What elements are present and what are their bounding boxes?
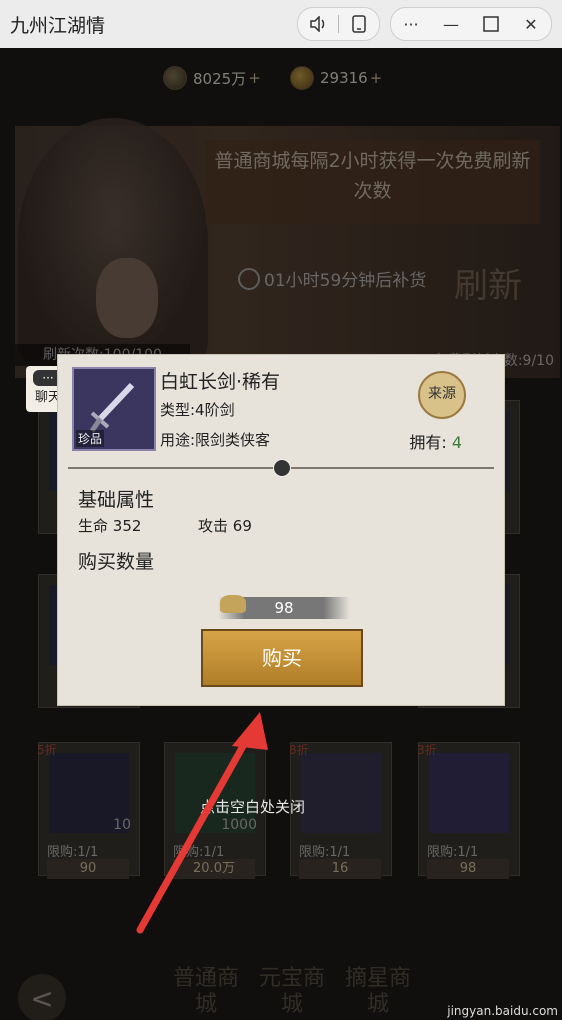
maximize-icon[interactable] <box>471 8 511 40</box>
yin-yang-icon <box>273 459 291 477</box>
titlebar-tool-group <box>297 7 380 41</box>
titlebar-window-group: ··· — ✕ <box>390 7 552 41</box>
attack-label: 攻击 <box>198 517 229 535</box>
owned-label: 拥有: <box>409 433 447 452</box>
attack-value: 69 <box>232 517 252 535</box>
more-icon[interactable]: ··· <box>391 8 431 40</box>
item-icon: 珍品 <box>72 367 156 451</box>
window-title: 九州江湖情 <box>10 14 106 37</box>
stat-hp: 生命 352 <box>78 515 141 536</box>
hp-label: 生命 <box>78 517 109 535</box>
buy-button[interactable]: 购买 <box>201 629 363 687</box>
rarity-label: 珍品 <box>76 430 105 447</box>
window-titlebar: 九州江湖情 ··· — ✕ <box>0 0 562 48</box>
item-type: 类型:4阶剑 <box>160 401 235 419</box>
game-viewport: 8025万 + 29316 + 普通商城每隔2小时获得一次免费刷新次数 01小时… <box>0 48 562 1020</box>
buy-quantity-title: 购买数量 <box>78 551 155 573</box>
hp-value: 352 <box>112 517 142 535</box>
gold-ingot-icon <box>220 595 246 613</box>
red-arrow-annotation <box>136 712 268 934</box>
owned-count: 拥有: 4 <box>409 429 462 453</box>
speaker-icon[interactable] <box>298 8 338 40</box>
watermark: jingyan.baidu.com <box>447 1004 558 1018</box>
item-use: 用途:限剑类侠客 <box>160 431 271 449</box>
phone-icon[interactable] <box>339 8 379 40</box>
base-attr-title: 基础属性 <box>78 489 155 511</box>
minimize-icon[interactable]: — <box>431 8 471 40</box>
source-button[interactable]: 来源 <box>418 371 466 419</box>
sword-icon <box>89 382 135 433</box>
item-detail-popup: 珍品 白虹长剑·稀有 类型:4阶剑 用途:限剑类侠客 来源 拥有: 4 基础属性… <box>58 355 504 705</box>
owned-value: 4 <box>451 433 462 452</box>
item-name: 白虹长剑·稀有 <box>160 371 281 393</box>
stat-attack: 攻击 69 <box>198 515 252 536</box>
close-icon[interactable]: ✕ <box>511 8 551 40</box>
